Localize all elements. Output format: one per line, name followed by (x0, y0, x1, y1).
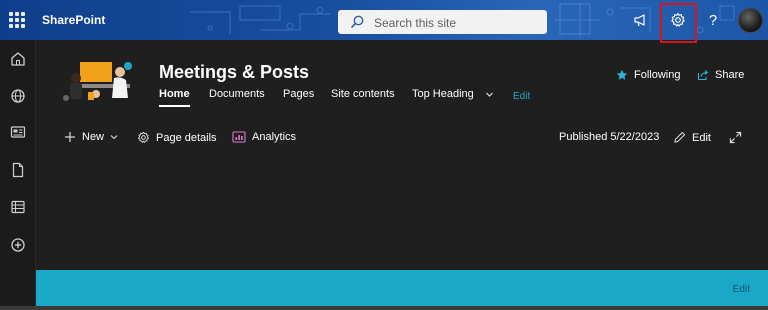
following-button[interactable]: Following (616, 69, 680, 81)
plus-icon (65, 132, 75, 142)
site-title: Meetings & Posts (159, 62, 310, 82)
new-button[interactable]: New (64, 131, 118, 143)
share-button[interactable]: Share (697, 69, 744, 81)
globe-icon[interactable] (9, 87, 27, 105)
nav-site-contents[interactable]: Site contents (331, 88, 395, 100)
section-band: Edit (36, 270, 768, 306)
app-name[interactable]: SharePoint (42, 13, 105, 27)
search-box[interactable]: Search this site (338, 10, 547, 34)
search-icon (350, 15, 364, 29)
left-rail (0, 40, 36, 310)
star-icon (616, 69, 628, 80)
add-icon[interactable] (9, 236, 27, 254)
expand-icon (729, 131, 742, 144)
chevron-down-icon (485, 92, 493, 97)
share-icon (697, 70, 709, 81)
waffle-icon[interactable] (9, 12, 25, 28)
megaphone-icon[interactable] (631, 10, 651, 30)
share-label: Share (715, 69, 745, 81)
pencil-icon (674, 131, 686, 143)
suite-bar: SharePoint Search this site ? (0, 0, 768, 40)
page-details-label: Page details (156, 131, 217, 144)
expand-button[interactable] (729, 131, 742, 144)
analytics-icon (232, 131, 246, 143)
home-icon[interactable] (9, 50, 27, 68)
nav-home[interactable]: Home (159, 88, 190, 107)
edit-page-label: Edit (692, 131, 711, 144)
section-edit-link[interactable]: Edit (733, 284, 750, 295)
nav-top-heading[interactable]: Top Heading (412, 88, 494, 100)
nav-pages[interactable]: Pages (283, 88, 314, 100)
site-logo (63, 62, 132, 101)
nav-top-heading-label: Top Heading (412, 88, 474, 100)
new-label: New (82, 131, 105, 143)
help-icon[interactable]: ? (703, 10, 723, 30)
following-label: Following (634, 69, 681, 81)
edit-page-button[interactable]: Edit (673, 131, 711, 144)
nav-edit-link[interactable]: Edit (513, 91, 530, 102)
analytics-button[interactable]: Analytics (232, 131, 296, 143)
chevron-down-icon (110, 135, 118, 140)
document-icon[interactable] (9, 161, 27, 179)
published-status: Published 5/22/2023 (559, 131, 660, 143)
gear-icon (138, 131, 149, 143)
page-details-button[interactable]: Page details (137, 131, 217, 144)
list-icon[interactable] (9, 198, 27, 216)
news-icon[interactable] (9, 123, 27, 141)
nav-documents[interactable]: Documents (209, 88, 265, 100)
search-placeholder: Search this site (374, 16, 457, 30)
analytics-label: Analytics (252, 131, 297, 143)
settings-highlight-box (660, 3, 697, 43)
bottom-edge (0, 306, 768, 310)
avatar[interactable] (738, 8, 763, 33)
